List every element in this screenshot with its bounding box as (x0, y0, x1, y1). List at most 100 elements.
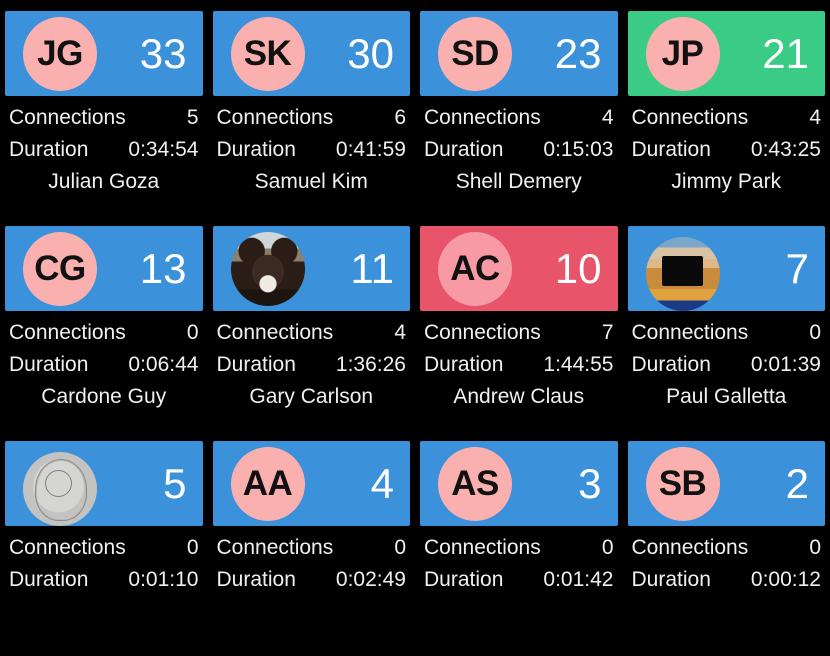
connections-row: Connections 0 (632, 317, 822, 349)
avatar-initials-text: SK (243, 34, 292, 73)
participant-name: Jimmy Park (671, 170, 782, 193)
avatar-initials: JP (645, 16, 720, 91)
score-value: 2 (785, 459, 809, 507)
score-value: 23 (554, 29, 602, 77)
avatar-initials-text: AS (451, 464, 499, 503)
connections-row: Connections 0 (632, 532, 822, 564)
avatar-initials-text: CG (34, 249, 86, 288)
score-value: 21 (762, 29, 809, 77)
connections-label: Connections (9, 321, 126, 344)
card-banner: SB 2 (627, 441, 825, 526)
card-meta: Connections 0 Duration 0:01:10 (5, 526, 203, 595)
card-banner: CG 13 (5, 226, 203, 311)
card-meta: Connections 4 Duration 0:15:03 Shell Demery (420, 96, 618, 198)
participant-name: Shell Demery (455, 170, 582, 193)
connections-row: Connections 6 (217, 102, 407, 134)
avatar-initials: JG (23, 16, 97, 91)
connections-value: 0 (809, 321, 821, 344)
connections-value: 4 (394, 321, 406, 344)
duration-value: 0:02:49 (335, 567, 406, 591)
participant-card[interactable]: CG 13 Connections 0 Duration 0:06:44 Cardone G… (5, 226, 203, 441)
card-banner: JP 21 (627, 11, 825, 96)
participant-card[interactable]: 5 Connections 0 Duration 0:01:10 (5, 441, 203, 656)
duration-label: Duration (216, 352, 296, 376)
duration-row: Duration 1:36:26 (217, 349, 407, 381)
avatar-initials: CG (23, 231, 97, 306)
card-banner: AC 10 (420, 226, 618, 311)
participant-card[interactable]: JP 21 Connections 4 Duration 0:43:25 Jimmy Par… (627, 11, 825, 226)
avatar-initials-text: JG (37, 34, 83, 73)
duration-value: 0:06:44 (128, 352, 199, 376)
duration-label: Duration (424, 567, 504, 591)
card-meta: Connections 0 Duration 0:01:39 Paul Galletta (628, 311, 826, 413)
card-banner: JG 33 (5, 11, 203, 96)
participant-card[interactable]: SD 23 Connections 4 Duration 0:15:03 Shell Dem… (420, 11, 618, 226)
connections-value: 4 (809, 106, 821, 129)
duration-row: Duration 0:43:25 (632, 134, 822, 166)
duration-row: Duration 0:01:42 (424, 564, 614, 596)
connections-value: 5 (186, 106, 199, 129)
participant-card[interactable]: JG 33 Connections 5 Duration 0:34:54 Julian Go… (5, 11, 203, 226)
participant-card[interactable]: 11 Connections 4 Duration 1:36:26 Gary Carlso… (212, 226, 411, 441)
participant-card[interactable]: SB 2 Connections 0 Duration 0:00:12 (627, 441, 826, 656)
avatar-initials: AS (438, 446, 512, 521)
duration-row: Duration 0:00:12 (632, 564, 822, 596)
duration-value: 0:15:03 (543, 137, 614, 161)
avatar-initials: AC (438, 231, 512, 306)
connections-label: Connections (9, 106, 126, 129)
connections-label: Connections (631, 536, 749, 559)
connections-label: Connections (216, 321, 334, 344)
avatar-initials: SD (438, 16, 512, 91)
duration-row: Duration 0:15:03 (424, 134, 614, 166)
participant-card[interactable]: AS 3 Connections 0 Duration 0:01:42 (420, 441, 618, 656)
duration-row: Duration 0:41:59 (217, 134, 407, 166)
connections-label: Connections (424, 321, 541, 344)
duration-label: Duration (631, 567, 711, 591)
connections-value: 4 (601, 106, 614, 129)
duration-row: Duration 0:34:54 (9, 134, 199, 166)
card-meta: Connections 5 Duration 0:34:54 Julian Goza (5, 96, 203, 198)
avatar-initials-text: SD (451, 34, 499, 73)
score-value: 13 (139, 244, 187, 292)
card-meta: Connections 0 Duration 0:02:49 (213, 526, 411, 595)
duration-label: Duration (631, 137, 711, 161)
duration-value: 1:44:55 (543, 352, 614, 376)
connections-row: Connections 0 (9, 532, 199, 564)
duration-label: Duration (631, 352, 711, 376)
duration-value: 0:43:25 (750, 137, 821, 161)
avatar-initials: SB (645, 446, 720, 521)
card-banner: 11 (212, 226, 410, 311)
avatar-photo (23, 452, 97, 526)
card-banner: 7 (627, 226, 825, 311)
score-value: 30 (347, 29, 394, 77)
duration-value: 0:01:42 (543, 567, 614, 591)
participant-name: Gary Carlson (249, 385, 374, 408)
participant-card[interactable]: AC 10 Connections 7 Duration 1:44:55 Andrew Cl… (420, 226, 618, 441)
card-meta: Connections 0 Duration 0:06:44 Cardone Guy (5, 311, 203, 413)
score-value: 10 (554, 244, 602, 292)
card-meta: Connections 7 Duration 1:44:55 Andrew Claus (420, 311, 618, 413)
duration-label: Duration (424, 137, 504, 161)
duration-value: 0:34:54 (128, 137, 199, 161)
duration-label: Duration (216, 137, 296, 161)
connections-row: Connections 4 (217, 317, 407, 349)
card-banner: AA 4 (212, 441, 410, 526)
avatar-initials-text: AC (450, 249, 500, 288)
duration-value: 0:01:39 (750, 352, 821, 376)
connections-value: 0 (601, 536, 614, 559)
participant-card[interactable]: SK 30 Connections 6 Duration 0:41:59 Samuel Ki… (212, 11, 410, 226)
duration-row: Duration 0:01:39 (632, 349, 822, 381)
score-value: 33 (139, 29, 187, 77)
duration-value: 0:41:59 (335, 137, 406, 161)
avatar-initials-text: AA (242, 464, 293, 503)
score-value: 5 (163, 459, 187, 507)
duration-row: Duration 0:01:10 (9, 564, 199, 596)
connections-label: Connections (631, 106, 749, 129)
card-meta: Connections 0 Duration 0:00:12 (628, 526, 826, 595)
connections-value: 0 (809, 536, 821, 559)
card-meta: Connections 4 Duration 1:36:26 Gary Carlson (213, 311, 411, 413)
connections-label: Connections (631, 321, 749, 344)
participant-card[interactable]: 7 Connections 0 Duration 0:01:39 Paul Gallett… (627, 226, 826, 441)
participant-card[interactable]: AA 4 Connections 0 Duration 0:02:49 (212, 441, 411, 656)
participant-name: Julian Goza (48, 170, 160, 193)
